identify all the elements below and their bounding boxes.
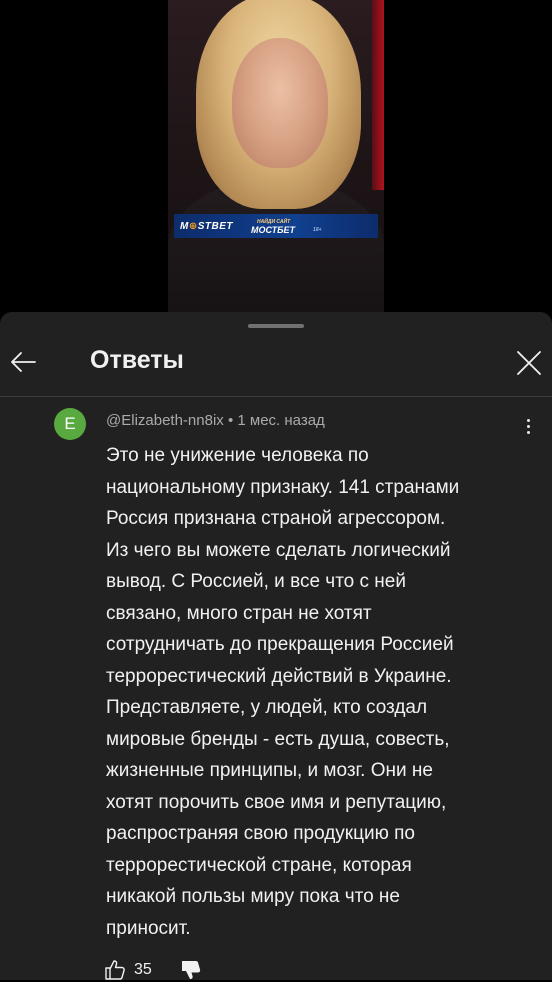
comment-line: террорестический действий в Украине. <box>106 665 452 687</box>
comment-line: связано, много стран не хотят <box>106 602 372 624</box>
comment-line: жизненные принципы, и мозг. Они не <box>106 760 433 781</box>
video-frame <box>168 0 384 312</box>
like-button[interactable]: 35 <box>104 959 152 981</box>
comment-line: Это не унижение человека по <box>106 445 369 466</box>
close-button[interactable] <box>512 346 546 380</box>
banner-brand: M⊕STBET <box>180 220 234 232</box>
thumbs-up-icon <box>105 960 125 980</box>
comment-meta: @Elizabeth-nn8ix • 1 мес. назад <box>106 412 325 429</box>
avatar[interactable]: E <box>54 408 86 440</box>
background-red-panel <box>372 0 384 190</box>
banner-age-tag: 18+ <box>313 227 322 233</box>
more-vertical-icon-dot <box>526 424 530 428</box>
ad-banner: M⊕STBET НАЙДИ САЙТ МОСТБЕТ 18+ <box>174 214 378 238</box>
sheet-title: Ответы <box>90 346 184 374</box>
comment-line: никакой пользы миру пока что не <box>106 886 400 907</box>
comment-line: Представляете, у людей, кто создал <box>106 697 428 718</box>
drag-handle[interactable] <box>248 324 304 328</box>
like-count: 35 <box>134 961 152 978</box>
comment-line: вывод. С Россией, и все что с ней <box>106 571 406 592</box>
more-vertical-icon <box>526 418 530 422</box>
comment-actions: 35 <box>104 958 202 982</box>
comment-line: Из чего вы можете сделать логический <box>106 539 451 561</box>
comment-line: мировые бренды - есть душа, совесть, <box>106 728 450 750</box>
comment-line: хотят порочить свое имя и репутацию, <box>106 791 447 813</box>
close-icon <box>517 351 541 375</box>
sheet-header: Ответы <box>0 330 552 396</box>
person-face <box>232 38 328 168</box>
arrow-left-icon <box>11 352 36 372</box>
video-player[interactable]: M⊕STBET НАЙДИ САЙТ МОСТБЕТ 18+ <box>0 0 552 312</box>
comment-line: национальному признаку. 141 странами <box>106 476 460 498</box>
banner-slogan-big: МОСТБЕТ <box>251 225 296 235</box>
thumbs-down-icon <box>181 961 200 979</box>
comment-line: террорестической стране, которая <box>106 854 412 876</box>
replies-sheet: Ответы E @Elizabeth-nn8ix • 1 мес. назад… <box>0 312 552 980</box>
comment-line: сотрудничать до прекращения Россией <box>106 634 454 655</box>
more-vertical-icon-dot <box>526 430 530 434</box>
comment-line: распространяя свою продукцию по <box>106 823 416 844</box>
header-divider <box>0 396 552 397</box>
dislike-button[interactable] <box>180 959 202 981</box>
more-options-button[interactable] <box>520 414 536 438</box>
comment-line: приносит. <box>106 917 191 939</box>
banner-slogan: НАЙДИ САЙТ МОСТБЕТ <box>251 218 296 235</box>
comment-line: Россия признана страной агрессором. <box>106 508 446 529</box>
comment-text: Это не унижение человека по национальном… <box>106 440 536 944</box>
back-button[interactable] <box>8 344 38 380</box>
